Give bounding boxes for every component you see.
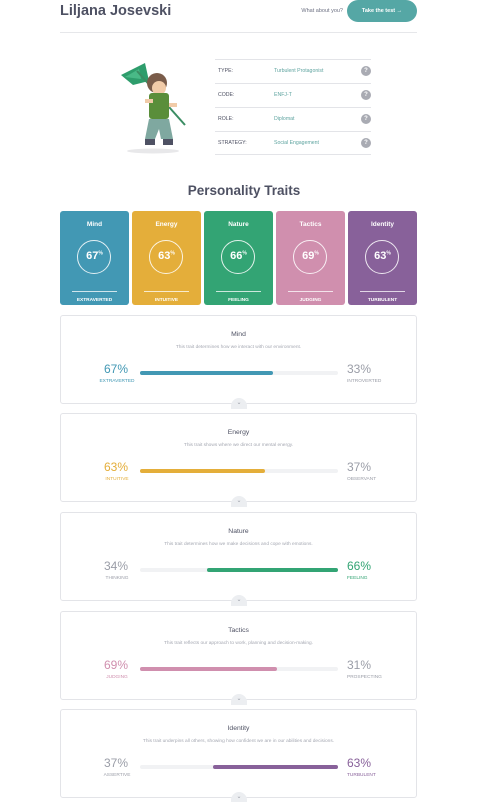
left-label: JUDGING [106,675,128,680]
left-percent: 69% [104,658,129,672]
trait-card-nature[interactable]: Nature 66% FEELING [204,211,273,305]
trait-description: This trait reflects our approach to work… [163,641,314,646]
trait-title: Mind [231,331,246,338]
info-row-code: CODE: ENFJ-T ? [215,83,371,107]
card-percent: 66% [230,250,247,262]
trait-card-identity[interactable]: Identity 63% TURBULENT [348,211,417,305]
divider [360,291,405,292]
trait-bar-fill [140,667,277,671]
left-percent: 67% [104,362,129,376]
left-label: THINKING [105,576,129,581]
right-percent: 31% [347,658,372,672]
left-percent: 34% [104,559,129,573]
info-label: CODE: [218,92,235,98]
divider [216,291,261,292]
help-icon[interactable]: ? [361,90,371,100]
card-title: Energy [155,221,178,228]
card-percent: 67% [86,250,103,262]
trait-bar-fill [140,469,265,473]
trait-card-mind[interactable]: Mind 67% EXTRAVERTED [60,211,129,305]
card-title: Tactics [299,221,322,228]
right-percent: 33% [347,362,372,376]
trait-bar-fill [207,568,338,572]
profile-header: Liljana Josevski What about you? Take th… [60,0,417,33]
info-label: TYPE: [218,68,233,74]
trait-bar [140,765,338,769]
card-side-label: EXTRAVERTED [76,298,113,303]
chevron-down-icon[interactable]: ⌄ [231,792,247,802]
info-value: ENFJ-T [274,92,292,98]
trait-card-tactics[interactable]: Tactics 69% JUDGING [276,211,345,305]
trait-panel-identity: Identity This trait underpins all others… [60,709,417,802]
type-info-table: TYPE: Turbulent Protagonist ? CODE: ENFJ… [215,59,371,155]
profile-name: Liljana Josevski [60,3,172,19]
chevron-down-icon[interactable]: ⌄ [231,595,247,606]
card-percent: 63% [158,250,175,262]
take-the-test-button[interactable]: Take the test → [347,0,417,22]
left-label: INTUITIVE [105,477,129,482]
card-title: Identity [370,221,395,228]
chevron-down-icon[interactable]: ⌄ [231,694,247,705]
trait-bar [140,568,338,572]
right-label: TURBULENT [347,773,376,778]
card-title: Nature [228,221,249,228]
info-row-strategy: STRATEGY: Social Engagement ? [215,131,371,155]
info-row-role: ROLE: Diplomat ? [215,107,371,131]
card-side-label: JUDGING [299,298,322,303]
trait-title: Energy [227,429,250,436]
right-percent: 37% [347,460,372,474]
card-percent: 63% [374,250,391,262]
info-label: STRATEGY: [218,140,247,146]
trait-panel-tactics: Tactics This trait reflects our approach… [60,611,417,705]
help-icon[interactable]: ? [361,114,371,124]
right-percent: 66% [347,559,372,573]
help-icon[interactable]: ? [361,66,371,76]
trait-description: This trait underpins all others, showing… [142,739,335,744]
divider [72,291,117,292]
trait-bar [140,667,338,671]
trait-bar [140,469,338,473]
right-label: PROSPECTING [347,675,382,680]
left-percent: 63% [104,460,129,474]
trait-card-energy[interactable]: Energy 63% INTUITIVE [132,211,201,305]
trait-panel-mind: Mind This trait determines how we intera… [60,315,417,409]
trait-description: This trait determines how we interact wi… [175,345,302,350]
left-label: EXTRAVERTED [99,379,135,384]
help-icon[interactable]: ? [361,138,371,148]
trait-panel-energy: Energy This trait shows where we direct … [60,413,417,507]
divider [288,291,333,292]
right-label: INTROVERTED [347,379,382,384]
section-title: Personality Traits [187,183,301,198]
left-percent: 37% [104,756,129,770]
card-title: Mind [86,221,103,228]
chevron-down-icon[interactable]: ⌄ [231,398,247,409]
right-percent: 63% [347,756,372,770]
info-row-type: TYPE: Turbulent Protagonist ? [215,59,371,83]
right-label: OBSERVANT [347,477,377,482]
left-label: ASSERTIVE [103,773,131,778]
trait-bar [140,371,338,375]
trait-panel-nature: Nature This trait determines how we make… [60,512,417,606]
info-value[interactable]: Turbulent Protagonist [274,68,323,74]
card-percent: 69% [302,250,319,262]
card-side-label: TURBULENT [367,298,398,303]
trait-bar-fill [213,765,338,769]
info-value[interactable]: Diplomat [274,116,294,122]
divider [144,291,189,292]
protagonist-illustration [115,55,195,155]
trait-bar-fill [140,371,273,375]
card-side-label: FEELING [228,298,249,303]
info-label: ROLE: [218,116,234,122]
right-label: FEELING [347,576,368,581]
trait-title: Nature [228,528,249,535]
card-side-label: INTUITIVE [154,298,179,303]
trait-description: This trait shows where we direct our men… [183,443,294,448]
chevron-down-icon[interactable]: ⌄ [231,496,247,507]
info-value[interactable]: Social Engagement [274,140,319,146]
trait-title: Identity [227,725,250,732]
trait-description: This trait determines how we make decisi… [164,542,313,547]
what-about-you-text: What about you? [301,8,343,14]
trait-title: Tactics [228,627,249,634]
